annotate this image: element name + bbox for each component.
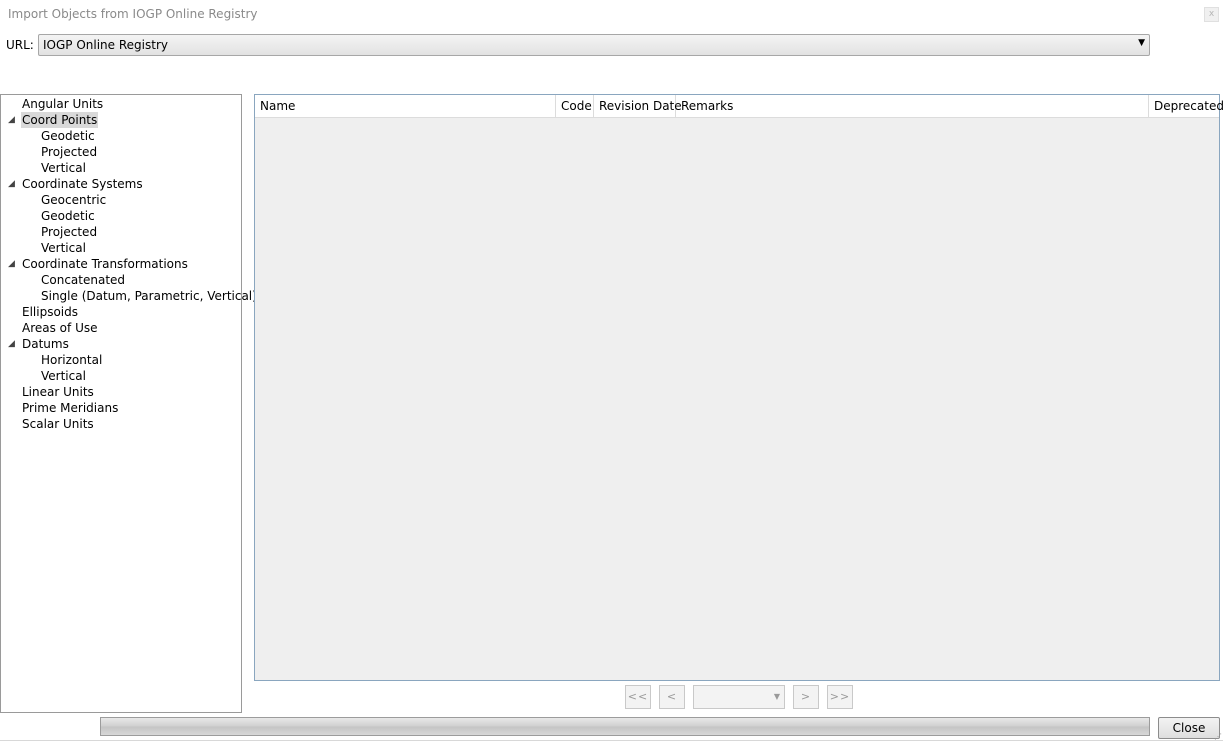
column-header-name[interactable]: Name <box>255 95 556 117</box>
url-dropdown[interactable]: IOGP Online Registry ▼ <box>38 34 1150 56</box>
tree-item-label: Coord Points <box>21 112 99 128</box>
tree-item[interactable]: Ellipsoids <box>1 304 239 320</box>
previous-page-button[interactable]: < <box>659 685 685 709</box>
tree-item-label: Single (Datum, Parametric, Vertical) <box>41 289 257 303</box>
first-page-button[interactable]: << <box>625 685 651 709</box>
tree-item-label: Coordinate Systems <box>22 177 143 191</box>
tree-item-label: Prime Meridians <box>22 401 119 415</box>
tree-expander-icon[interactable]: ◢ <box>8 112 15 128</box>
url-label: URL: <box>6 38 34 52</box>
dropdown-arrow-icon: ▼ <box>1138 38 1145 48</box>
category-tree[interactable]: Angular Units ◢ Coord Points Geodetic Projec… <box>0 94 257 713</box>
tree-item[interactable]: Geocentric <box>1 192 239 208</box>
tree-item-label: Geodetic <box>41 129 95 143</box>
tree-item[interactable]: Linear Units <box>1 384 239 400</box>
tree-item-label: Horizontal <box>41 353 103 367</box>
column-header-code[interactable]: Code <box>556 95 594 117</box>
tree-item[interactable]: Vertical <box>1 240 239 256</box>
tree-item-label: Areas of Use <box>22 321 98 335</box>
tree-item-label: Coordinate Transformations <box>22 257 188 271</box>
title-bar: Import Objects from IOGP Online Registry… <box>0 0 1223 30</box>
tree-expander-icon[interactable]: ◢ <box>8 176 15 192</box>
url-selected-value: IOGP Online Registry <box>43 38 168 52</box>
progress-bar <box>100 717 1150 736</box>
tree-item-label: Linear Units <box>22 385 94 399</box>
tree-item-label: Vertical <box>41 241 86 255</box>
tree-expander-icon[interactable]: ◢ <box>8 336 15 352</box>
tree-item[interactable]: Prime Meridians <box>1 400 239 416</box>
tree-item[interactable]: Concatenated <box>1 272 239 288</box>
tree-item[interactable]: Horizontal <box>1 352 239 368</box>
tree-item-label: Concatenated <box>41 273 126 287</box>
tree-item-label: Angular Units <box>22 97 104 111</box>
tree-item[interactable]: Projected <box>1 224 239 240</box>
last-page-button[interactable]: >> <box>827 685 853 709</box>
tree-item-label: Scalar Units <box>22 417 94 431</box>
tree-item[interactable]: Angular Units <box>1 96 239 112</box>
next-page-button[interactable]: > <box>793 685 819 709</box>
tree-item[interactable]: Vertical <box>1 368 239 384</box>
tree-item[interactable]: Geodetic <box>1 128 239 144</box>
tree-item-label: Geodetic <box>41 209 95 223</box>
window-title: Import Objects from IOGP Online Registry <box>8 7 258 21</box>
chevron-down-icon: ▼ <box>773 692 780 701</box>
page-select[interactable]: ▼ <box>693 685 785 709</box>
tree-item[interactable]: Projected <box>1 144 239 160</box>
tree-item[interactable]: Areas of Use <box>1 320 239 336</box>
tree-item[interactable]: ◢ Datums <box>1 336 239 352</box>
column-header-remarks[interactable]: Remarks <box>676 95 1149 117</box>
tree-item-label: Datums <box>22 337 69 351</box>
column-header-deprecated[interactable]: Deprecated <box>1149 95 1223 117</box>
window-bottom-border <box>0 740 1223 741</box>
tree-item[interactable]: Geodetic <box>1 208 239 224</box>
close-button[interactable]: Close <box>1158 717 1220 739</box>
tree-item[interactable]: Vertical <box>1 160 239 176</box>
tree-item[interactable]: Scalar Units <box>1 416 239 432</box>
tree-item-label: Projected <box>41 225 98 239</box>
column-header-revision-date[interactable]: Revision Date <box>594 95 682 117</box>
tree-item-label: Projected <box>41 145 98 159</box>
tree-item-label: Geocentric <box>41 193 107 207</box>
tree-expander-icon[interactable]: ◢ <box>8 256 15 272</box>
window-close-icon[interactable]: x <box>1204 7 1219 22</box>
tree-item[interactable]: ◢ Coord Points <box>1 112 239 128</box>
tree-item[interactable]: Single (Datum, Parametric, Vertical) <box>1 288 257 304</box>
tree-item-label: Vertical <box>41 369 86 383</box>
tree-item-label: Ellipsoids <box>22 305 78 319</box>
tree-item[interactable]: ◢ Coordinate Systems <box>1 176 239 192</box>
grid-header: Name Code Revision Date Remarks Deprecat… <box>255 95 1223 118</box>
results-grid[interactable]: Name Code Revision Date Remarks Deprecat… <box>254 94 1223 681</box>
tree-item[interactable]: ◢ Coordinate Transformations <box>1 256 239 272</box>
tree-item-label: Vertical <box>41 161 86 175</box>
